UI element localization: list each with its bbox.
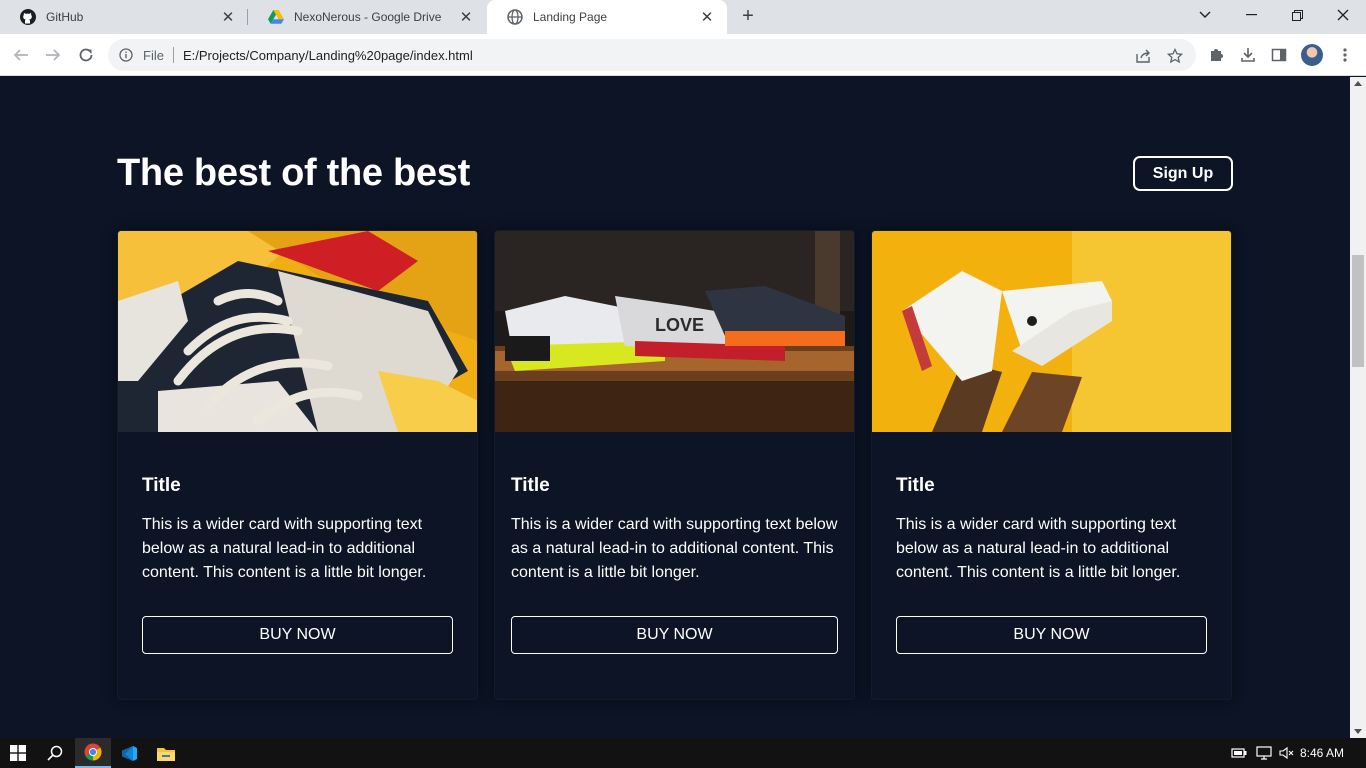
close-window-button[interactable] (1320, 0, 1366, 30)
card-text: This is a wider card with supporting tex… (896, 516, 1181, 581)
vscode-icon[interactable] (111, 738, 147, 768)
scroll-down-arrow-icon[interactable] (1354, 729, 1362, 734)
close-icon[interactable]: ✕ (458, 9, 474, 26)
close-icon[interactable]: ✕ (699, 9, 715, 26)
github-icon (20, 9, 36, 25)
product-card: Title This is a wider card with supporti… (117, 230, 478, 700)
card-title: Title (142, 475, 181, 496)
scroll-up-arrow-icon[interactable] (1354, 81, 1362, 86)
info-icon[interactable] (119, 48, 133, 62)
card-text: This is a wider card with supporting tex… (142, 516, 427, 581)
sign-up-button[interactable]: Sign Up (1133, 156, 1233, 191)
tab-title: GitHub (46, 10, 84, 24)
tab-strip: GitHub ✕ NexoNerous - Google Drive ✕ Lan… (0, 0, 1366, 34)
sneakers-closeup-yellow-photo (118, 231, 477, 432)
browser-toolbar: File E:/Projects/Company/Landing%20page/… (0, 34, 1366, 76)
search-icon[interactable] (37, 738, 73, 768)
windows-start-icon[interactable] (0, 738, 36, 768)
system-clock[interactable]: 8:46 AM (1300, 746, 1344, 760)
extensions-puzzle-icon[interactable] (1207, 46, 1225, 64)
volume-muted-icon[interactable] (1278, 745, 1296, 761)
card-text: This is a wider card with supporting tex… (511, 516, 838, 581)
card-title: Title (511, 475, 550, 496)
product-card: Title This is a wider card with supporti… (871, 230, 1232, 700)
buy-now-button[interactable]: BUY NOW (896, 616, 1207, 654)
tab-title: Landing Page (533, 10, 608, 24)
white-sneakers-on-yellow-wall-photo (872, 231, 1231, 432)
sneakers-on-shelf-photo: LOVE (495, 231, 854, 432)
section-title: The best of the best (117, 152, 470, 194)
page-scrollbar[interactable] (1350, 77, 1366, 738)
url-scheme-label: File (143, 47, 164, 63)
download-icon[interactable] (1239, 46, 1257, 64)
address-bar[interactable]: File E:/Projects/Company/Landing%20page/… (108, 39, 1196, 71)
card-title: Title (896, 475, 935, 496)
new-tab-button[interactable]: + (737, 5, 759, 27)
omnibox-divider (172, 47, 174, 63)
network-icon[interactable] (1255, 745, 1273, 761)
url-text[interactable]: E:/Projects/Company/Landing%20page/index… (183, 48, 473, 63)
scroll-thumb[interactable] (1352, 255, 1364, 367)
side-panel-icon[interactable] (1270, 46, 1288, 64)
profile-avatar[interactable] (1301, 44, 1323, 66)
page-viewport: The best of the best Sign Up Title This … (0, 77, 1350, 738)
tab-google-drive[interactable]: NexoNerous - Google Drive ✕ (248, 0, 486, 34)
windows-taskbar: 8:46 AM (0, 738, 1366, 768)
back-button[interactable] (9, 43, 33, 67)
forward-button[interactable] (41, 43, 65, 67)
product-card: LOVE Title This is a wider card with sup… (494, 230, 855, 700)
tab-landing-page[interactable]: Landing Page ✕ (487, 0, 727, 34)
buy-now-button[interactable]: BUY NOW (511, 616, 838, 654)
close-icon[interactable]: ✕ (220, 9, 236, 26)
svg-text:LOVE: LOVE (655, 315, 704, 335)
buy-now-button[interactable]: BUY NOW (142, 616, 453, 654)
reload-button[interactable] (74, 43, 98, 67)
chrome-icon[interactable] (75, 738, 111, 768)
google-drive-icon (268, 10, 284, 24)
file-explorer-icon[interactable] (148, 738, 184, 768)
bookmark-star-icon[interactable] (1166, 47, 1184, 65)
tab-search-chevron-icon[interactable] (1182, 0, 1228, 30)
share-icon[interactable] (1134, 47, 1152, 65)
minimize-button[interactable] (1228, 0, 1274, 30)
tab-github[interactable]: GitHub ✕ (0, 0, 248, 34)
more-menu-icon[interactable] (1336, 46, 1354, 64)
restore-button[interactable] (1274, 0, 1320, 30)
battery-icon[interactable] (1230, 745, 1248, 761)
globe-icon (507, 9, 523, 25)
tab-title: NexoNerous - Google Drive (294, 10, 442, 24)
